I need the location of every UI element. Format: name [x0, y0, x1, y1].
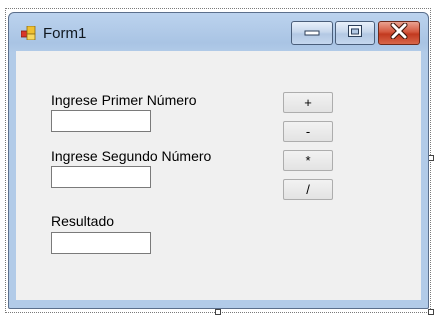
label-second-number: Ingrese Segundo Número	[51, 148, 212, 164]
second-number-input[interactable]	[51, 166, 151, 188]
minimize-icon	[304, 24, 320, 42]
first-number-input[interactable]	[51, 110, 151, 132]
divide-button[interactable]: /	[283, 179, 333, 200]
label-result: Resultado	[51, 213, 115, 229]
maximize-icon	[347, 24, 363, 43]
window-title: Form1	[43, 25, 87, 42]
close-icon	[390, 22, 408, 44]
form-window: Form1 Ingrese Primer Número Ingrese Segu…	[8, 12, 429, 309]
close-button[interactable]	[378, 21, 420, 45]
maximize-button[interactable]	[335, 21, 375, 45]
multiply-button[interactable]: *	[283, 150, 333, 171]
title-bar[interactable]: Form1	[9, 13, 428, 51]
label-first-number: Ingrese Primer Número	[51, 92, 197, 108]
resize-handle-bottom[interactable]	[215, 309, 221, 315]
add-button[interactable]: +	[283, 92, 333, 113]
result-input[interactable]	[51, 232, 151, 254]
form-client-area: Ingrese Primer Número Ingrese Segundo Nú…	[16, 51, 421, 300]
subtract-button[interactable]: -	[283, 121, 333, 142]
winforms-form-icon	[20, 25, 37, 41]
minimize-button[interactable]	[291, 21, 333, 45]
resize-handle-corner[interactable]	[428, 309, 434, 315]
